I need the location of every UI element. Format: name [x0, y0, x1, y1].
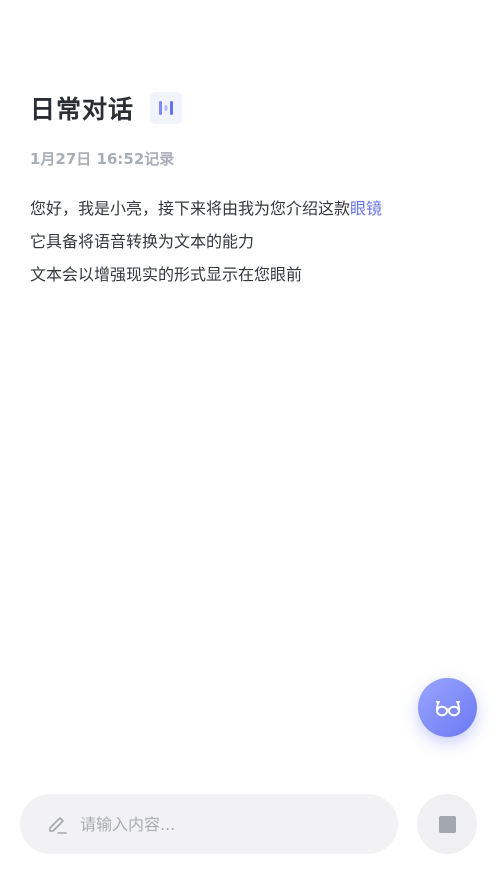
transcript: 您好，我是小亮，接下来将由我为您介绍这款眼镜 它具备将语音转换为文本的能力 文本…	[30, 192, 470, 291]
edit-icon	[46, 813, 68, 835]
voice-wave-icon[interactable]	[150, 92, 183, 124]
header: 日常对话	[30, 86, 183, 130]
highlight-keyword: 眼镜	[350, 199, 383, 218]
glasses-icon	[435, 700, 460, 716]
page-title: 日常对话	[30, 95, 135, 124]
message-input-bar[interactable]	[20, 794, 398, 854]
glasses-button[interactable]	[418, 678, 477, 737]
transcript-line: 您好，我是小亮，接下来将由我为您介绍这款眼镜	[30, 192, 470, 225]
transcript-line: 文本会以增强现实的形式显示在您眼前	[30, 265, 303, 284]
message-input[interactable]	[78, 813, 382, 835]
transcript-line-text: 您好，我是小亮，接下来将由我为您介绍这款	[30, 199, 351, 218]
transcript-line: 它具备将语音转换为文本的能力	[30, 232, 255, 251]
stop-button[interactable]	[417, 794, 477, 854]
record-timestamp: 1月27日 16:52记录	[30, 150, 175, 168]
stop-icon	[438, 815, 456, 833]
